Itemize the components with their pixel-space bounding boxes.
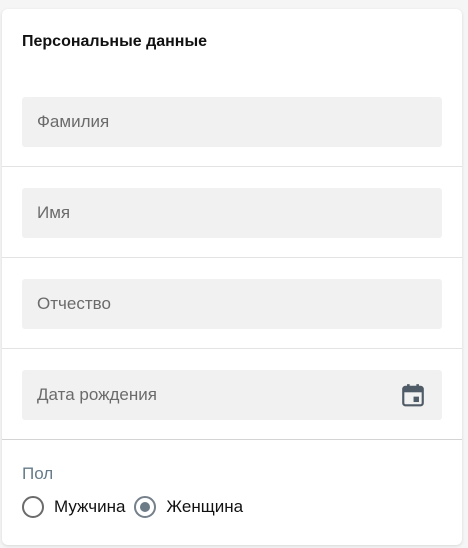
radio-selected-dot xyxy=(140,502,151,512)
radio-female[interactable] xyxy=(134,496,157,518)
last-name-field[interactable] xyxy=(22,97,442,147)
last-name-input[interactable] xyxy=(22,97,442,147)
birth-date-row xyxy=(2,349,462,440)
personal-data-card: Персональные данные Пол xyxy=(2,9,462,545)
first-name-row xyxy=(2,167,462,258)
calendar-icon[interactable] xyxy=(400,382,426,408)
middle-name-row xyxy=(2,258,462,349)
gender-option-female-label[interactable]: Женщина xyxy=(166,497,243,517)
gender-label: Пол xyxy=(22,464,54,483)
middle-name-input[interactable] xyxy=(22,279,442,329)
card-title: Персональные данные xyxy=(22,33,208,50)
radio-male[interactable] xyxy=(22,496,44,518)
first-name-field[interactable] xyxy=(22,188,442,238)
middle-name-field[interactable] xyxy=(22,279,442,329)
gender-option-male-label[interactable]: Мужчина xyxy=(54,497,125,517)
birth-date-input[interactable] xyxy=(22,370,442,420)
first-name-input[interactable] xyxy=(22,188,442,238)
gender-radio-group: Мужчина Женщина xyxy=(22,494,252,520)
gender-option-female[interactable]: Женщина xyxy=(134,496,243,518)
last-name-row xyxy=(2,76,462,167)
birth-date-field[interactable] xyxy=(22,370,442,420)
gender-option-male[interactable]: Мужчина xyxy=(22,496,125,518)
